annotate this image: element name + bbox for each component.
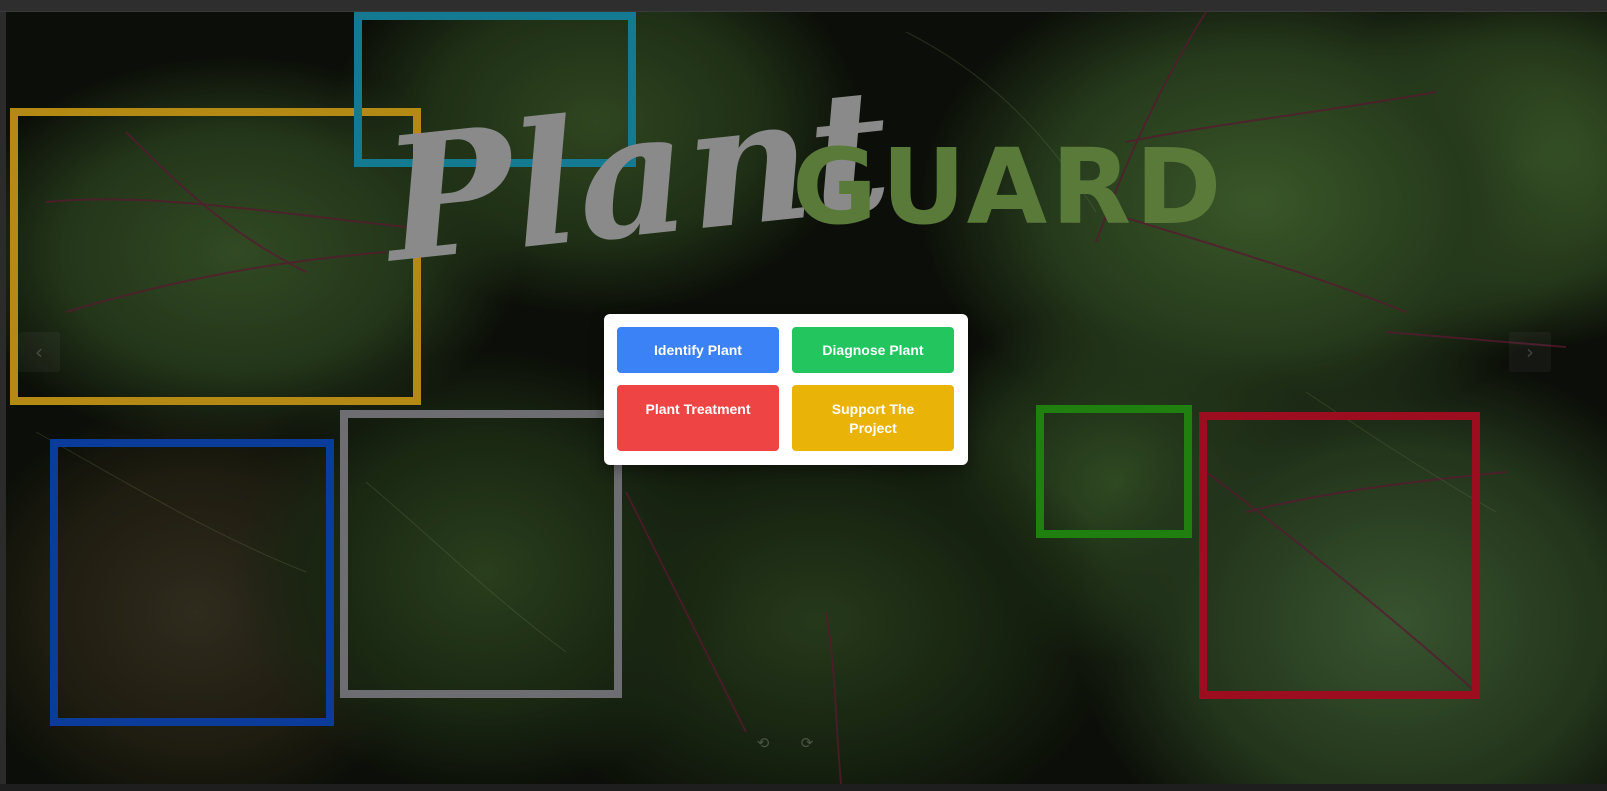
identify-plant-button[interactable]: Identify Plant <box>617 327 779 373</box>
rotate-right-icon[interactable]: ⟳ <box>798 734 816 752</box>
detection-box-gray <box>340 410 622 698</box>
detection-box-blue <box>50 439 334 726</box>
logo-bold-wordmark: GUARD <box>792 126 1226 248</box>
window-bottom-bar <box>0 784 1607 791</box>
leaf-background-image: Plant GUARD ‹ › Identify Plant Diagnose … <box>6 12 1607 784</box>
detection-box-green <box>1036 405 1192 538</box>
support-project-button[interactable]: Support The Project <box>792 385 954 451</box>
detection-box-red <box>1199 412 1480 699</box>
plant-treatment-button[interactable]: Plant Treatment <box>617 385 779 451</box>
rotate-left-icon[interactable]: ⟲ <box>754 734 772 752</box>
diagnose-plant-button[interactable]: Diagnose Plant <box>792 327 954 373</box>
carousel-prev-button[interactable]: ‹ <box>18 332 60 372</box>
action-panel: Identify Plant Diagnose Plant Plant Trea… <box>604 314 968 465</box>
window-top-bar <box>0 0 1607 12</box>
carousel-next-button[interactable]: › <box>1509 332 1551 372</box>
